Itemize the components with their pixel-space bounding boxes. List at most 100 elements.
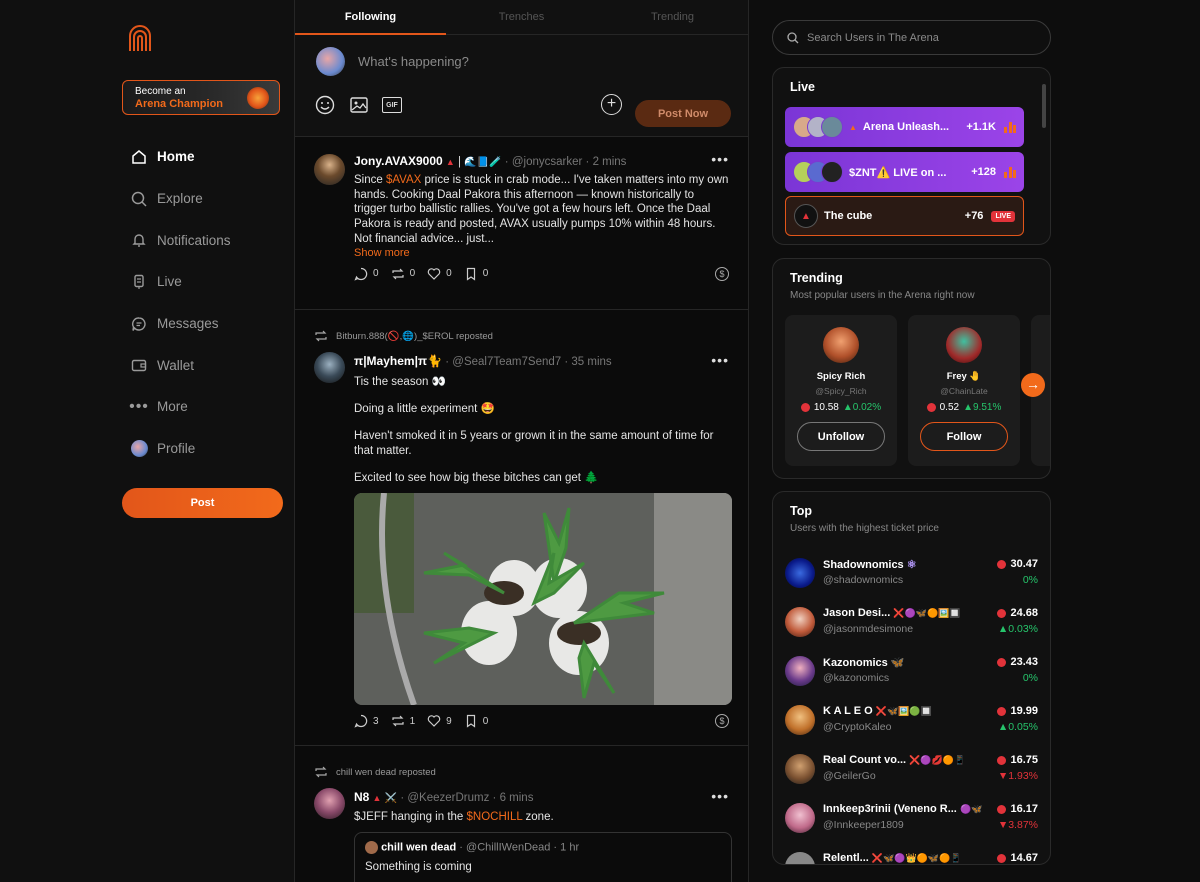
ticket-price: 24.68 [997, 607, 1038, 619]
avatar[interactable] [314, 352, 345, 383]
nav-wallet[interactable]: Wallet [130, 344, 290, 386]
promo-line1: Become an [135, 86, 186, 97]
like-button[interactable]: 9 [427, 714, 452, 728]
audio-bars-icon [1004, 166, 1016, 178]
arena-logo-icon[interactable] [128, 24, 152, 52]
arena-champion-promo[interactable]: Become an Arena Champion [122, 80, 280, 115]
heart-icon [427, 267, 441, 280]
nav-live[interactable]: Live [130, 261, 290, 303]
reposted-by[interactable]: chill wen dead reposted [336, 767, 436, 778]
reply-count: 0 [373, 268, 379, 280]
post-time: 2 mins [592, 156, 627, 168]
nav-notifications[interactable]: Notifications [130, 219, 290, 261]
tab-trenches[interactable]: Trenches [446, 0, 597, 34]
post-handle[interactable]: @jonycsarker [512, 156, 582, 168]
top-user-name: Real Count vo... ❌🟣💋🟠📱 [823, 754, 966, 766]
price-change: ▲0.03% [997, 623, 1038, 635]
post-handle[interactable]: @KeezerDrumz [407, 792, 489, 804]
tip-icon[interactable]: $ [715, 266, 729, 281]
divider: | [458, 156, 462, 168]
quoted-post[interactable]: chill wen dead · @ChillIWenDead · 1 hr S… [354, 831, 732, 882]
unfollow-button[interactable]: Unfollow [797, 422, 885, 451]
avatar [785, 558, 815, 588]
gif-icon[interactable]: GIF [382, 97, 402, 113]
nav-more[interactable]: ••• More [129, 386, 290, 428]
repost-button[interactable]: 0 [391, 267, 416, 281]
repost-icon [391, 715, 404, 727]
compose-input[interactable]: What's happening? [358, 54, 469, 69]
live-room[interactable]: ▲ Arena Unleash... +1.1K [785, 107, 1024, 147]
tab-following[interactable]: Following [295, 0, 446, 35]
top-user-row[interactable]: K A L E O ❌🦋🖼️🟢🔲 @CryptoKaleo 19.99 ▲0.0… [785, 703, 1038, 743]
avatar[interactable] [316, 47, 345, 76]
top-user-row[interactable]: Kazonomics 🦋 @kazonomics 23.43 0% [785, 654, 1038, 694]
top-user-name: Kazonomics 🦋 [823, 657, 905, 669]
show-more-link[interactable]: Show more [354, 247, 729, 259]
reply-button[interactable]: 3 [354, 714, 379, 728]
nav-explore[interactable]: Explore [130, 178, 290, 220]
top-user-handle: @CryptoKaleo [823, 721, 892, 733]
tip-icon[interactable]: $ [715, 714, 729, 729]
ticket-price: 30.47 [997, 558, 1038, 570]
avatar: ▲ [794, 204, 818, 228]
more-options-icon[interactable]: ••• [711, 788, 729, 804]
top-user-row[interactable]: Relentl... ❌🦋🟣👑🟠🦋🟠📱 14.67 [785, 850, 1038, 864]
reposted-by[interactable]: Bitburn.888(🚫,🌐)_$EROL reposted [336, 331, 493, 342]
add-icon[interactable]: + [601, 94, 622, 115]
tab-trending[interactable]: Trending [597, 0, 748, 34]
top-user-row[interactable]: Jason Desi... ❌🟣🦋🟠🖼️🔲 @jasonmdesimone 24… [785, 605, 1038, 645]
live-room[interactable]: ▲ The cube +76 LIVE [785, 196, 1024, 236]
avatar[interactable] [314, 154, 345, 185]
post-author[interactable]: π|Mayhem|π🐈 [354, 354, 442, 368]
post-image[interactable] [354, 493, 732, 706]
more-options-icon[interactable]: ••• [711, 151, 729, 167]
bookmark-button[interactable]: 0 [464, 267, 489, 281]
trending-user-card[interactable]: Spicy Rich @Spicy_Rich 10.58 ▲0.02% Unfo… [785, 315, 897, 466]
bookmark-count: 0 [482, 268, 489, 280]
quote-handle: @ChillIWenDead [466, 841, 551, 854]
post-now-button[interactable]: Post Now [635, 100, 731, 127]
post-actions: 0 0 0 0 $ [354, 266, 729, 281]
post-handle[interactable]: @Seal7Team7Send7 [452, 356, 561, 368]
top-user-row[interactable]: Shadownomics ⚛ @shadownomics 30.47 0% [785, 556, 1038, 596]
ticker-link[interactable]: $AVAX [386, 174, 421, 186]
nav-profile[interactable]: Profile [130, 428, 290, 470]
bookmark-button[interactable]: 0 [464, 714, 488, 728]
post-author[interactable]: Jony.AVAX9000 [354, 154, 443, 168]
search-input[interactable] [807, 31, 1027, 44]
top-user-name: Jason Desi... ❌🟣🦋🟠🖼️🔲 [823, 607, 961, 619]
next-arrow-icon[interactable]: → [1021, 373, 1045, 397]
ticker-link[interactable]: $NOCHILL [467, 811, 523, 823]
trending-subtitle: Most popular users in the Arena right no… [790, 290, 975, 301]
nav-messages[interactable]: Messages [130, 303, 290, 345]
post-text: Since [354, 174, 386, 186]
like-button[interactable]: 0 [427, 267, 452, 281]
image-icon[interactable] [348, 94, 370, 116]
ticket-price: 16.17 [997, 803, 1038, 815]
price-change: ▲0.02% [842, 402, 882, 413]
avatar[interactable] [314, 788, 345, 819]
like-count: 9 [446, 715, 452, 727]
reply-button[interactable]: 0 [354, 267, 379, 281]
search-icon [130, 190, 148, 208]
price-change: ▲9.51% [963, 402, 1002, 413]
top-user-name: K A L E O ❌🦋🖼️🟢🔲 [823, 705, 932, 717]
top-user-name: Shadownomics ⚛ [823, 559, 917, 571]
live-room[interactable]: $ZNT⚠️ LIVE on ... +128 [785, 152, 1024, 192]
follow-button[interactable]: Follow [920, 422, 1008, 451]
top-user-row[interactable]: Real Count vo... ❌🟣💋🟠📱 @GeilerGo 16.75 ▼… [785, 752, 1038, 792]
arena-badge-icon: ▲ [849, 122, 857, 132]
top-user-handle: @Innkeeper1809 [823, 819, 904, 831]
trending-user-handle: @ChainLate [940, 386, 988, 396]
top-user-row[interactable]: Innkeep3rinii (Veneno R... 🟣🦋 @Innkeeper… [785, 801, 1038, 841]
repost-count: 0 [409, 268, 416, 280]
emoji-icon[interactable] [314, 94, 336, 116]
post-author[interactable]: N8 [354, 790, 369, 804]
trending-user-card[interactable]: Frey 🤚 @ChainLate 0.52 ▲9.51% Follow [908, 315, 1020, 466]
scrollbar[interactable] [1042, 84, 1046, 128]
repost-button[interactable]: 1 [391, 714, 415, 728]
more-options-icon[interactable]: ••• [711, 352, 729, 368]
nav-home[interactable]: Home [130, 136, 290, 178]
post-button[interactable]: Post [122, 488, 283, 518]
search-bar[interactable] [772, 20, 1051, 55]
